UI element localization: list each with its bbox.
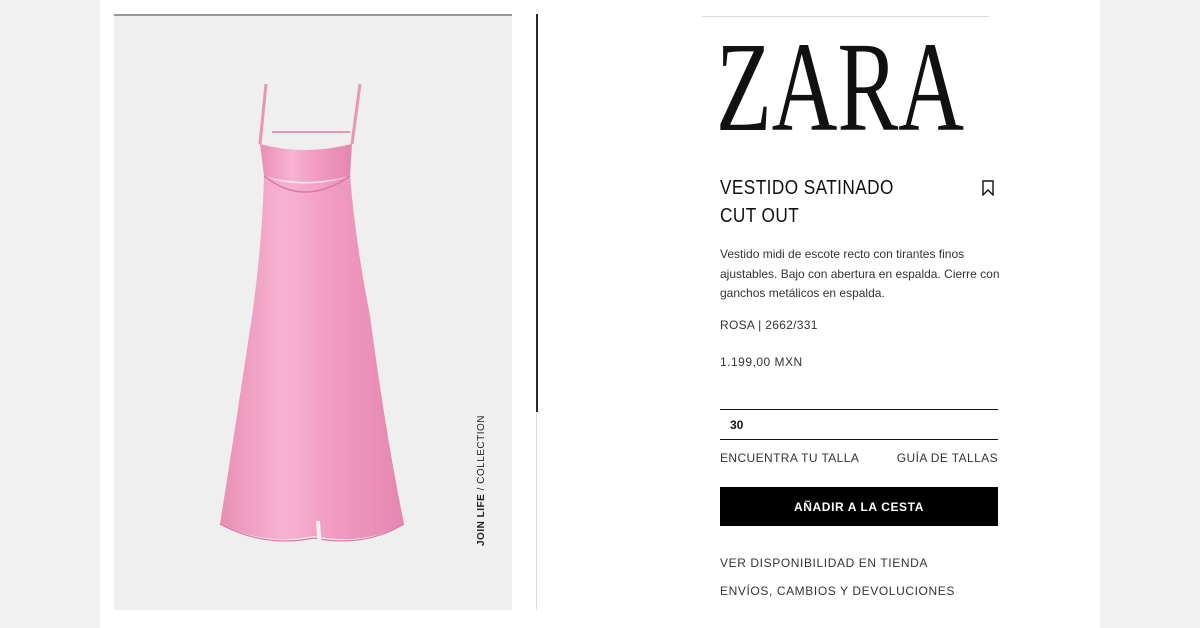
product-description: Vestido midi de escote recto con tirante… [720,247,1000,300]
svg-text:ZARA: ZARA [716,30,964,134]
product-title: VESTIDO SATINADO CUT OUT [720,177,894,227]
add-to-cart-button[interactable]: AÑADIR A LA CESTA [720,487,998,526]
divider [536,412,537,610]
find-size-link[interactable]: ENCUENTRA TU TALLA [720,451,859,465]
divider [702,16,989,17]
size-selector[interactable]: 30 [720,409,998,440]
shipping-returns-link[interactable]: ENVÍOS, CAMBIOS Y DEVOLUCIONES [720,584,955,598]
bookmark-icon[interactable] [982,180,994,196]
product-image[interactable]: JOIN LIFE / COLLECTION [114,14,512,610]
selected-size: 30 [730,418,744,432]
divider [536,14,538,412]
pink-dress-image [219,83,405,551]
product-page: JOIN LIFE / COLLECTION ZARA VESTIDO SATI… [100,0,1100,628]
collection-label: JOIN LIFE / COLLECTION [476,414,487,546]
size-guide-link[interactable]: GUÍA DE TALLAS [897,451,998,465]
zara-logo: ZARA [716,30,964,134]
size-links: ENCUENTRA TU TALLA GUÍA DE TALLAS [720,451,998,465]
store-availability-link[interactable]: VER DISPONIBILIDAD EN TIENDA [720,556,928,570]
product-price: 1.199,00 MXN [720,355,803,369]
color-reference: ROSA | 2662/331 [720,318,818,332]
